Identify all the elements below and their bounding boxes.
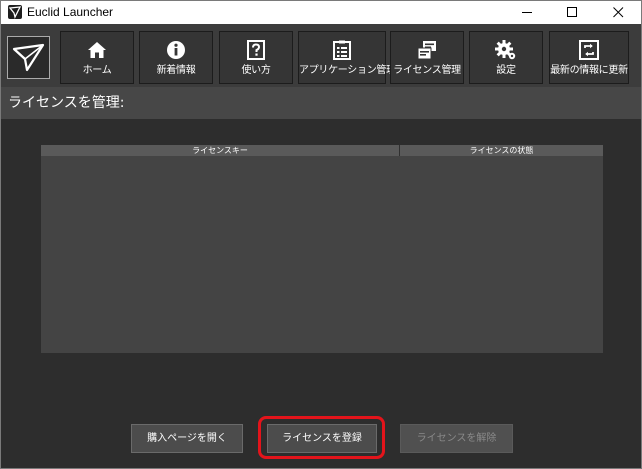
toolbar-settings-button[interactable]: 設定 [469, 31, 543, 84]
app-icon [8, 5, 22, 19]
page-title: ライセンスを管理: [8, 95, 125, 111]
euclid-logo [7, 36, 50, 79]
license-icon [391, 39, 463, 61]
paper-plane-logo-icon [12, 43, 45, 72]
page-heading-bar: ライセンスを管理: [1, 87, 641, 119]
column-header-license-key[interactable]: ライセンスキー [41, 145, 400, 156]
close-button[interactable] [596, 1, 641, 24]
app-list-icon [299, 39, 385, 61]
toolbar-howto-button[interactable]: 使い方 [219, 31, 293, 84]
close-icon [613, 7, 624, 18]
title-bar: Euclid Launcher [1, 1, 641, 24]
license-table[interactable]: ライセンスキー ライセンスの状態 [41, 145, 603, 353]
maximize-button[interactable] [550, 1, 595, 24]
toolbar-howto-label: 使い方 [241, 65, 271, 76]
toolbar-refresh-button[interactable]: 最新の情報に更新 [549, 31, 629, 84]
toolbar-license-management-label: ライセンス管理 [393, 65, 461, 76]
home-icon [61, 39, 133, 61]
window-title: Euclid Launcher [27, 5, 114, 19]
license-content-area: ライセンスキー ライセンスの状態 購入ページを開く ライセンスを登録 ライセンス… [1, 119, 641, 468]
main-toolbar: ホーム 新着情報 使い方 アプリケーション管理 ライセンス管理 設定 最新の情報… [1, 24, 641, 87]
toolbar-home-label: ホーム [82, 65, 112, 76]
maximize-icon [567, 7, 577, 17]
toolbar-refresh-label: 最新の情報に更新 [550, 65, 628, 76]
minimize-icon [522, 12, 532, 13]
column-header-license-status[interactable]: ライセンスの状態 [400, 145, 603, 156]
toolbar-settings-label: 設定 [496, 65, 516, 76]
settings-gear-icon [470, 39, 542, 61]
toolbar-news-button[interactable]: 新着情報 [139, 31, 213, 84]
open-purchase-page-button[interactable]: 購入ページを開く [131, 424, 243, 453]
info-icon [140, 39, 212, 61]
toolbar-home-button[interactable]: ホーム [60, 31, 134, 84]
toolbar-news-label: 新着情報 [156, 65, 196, 76]
minimize-button[interactable] [505, 1, 550, 24]
euclid-launcher-window: Euclid Launcher ホーム 新着情報 使い方 アプリケーション管理 … [0, 0, 642, 469]
release-license-button[interactable]: ライセンスを解除 [400, 424, 513, 453]
toolbar-license-management-button[interactable]: ライセンス管理 [390, 31, 464, 84]
refresh-icon [550, 39, 628, 61]
toolbar-app-management-label: アプリケーション管理 [299, 65, 396, 76]
register-license-button[interactable]: ライセンスを登録 [267, 424, 377, 453]
help-icon [220, 39, 292, 61]
toolbar-app-management-button[interactable]: アプリケーション管理 [298, 31, 396, 84]
